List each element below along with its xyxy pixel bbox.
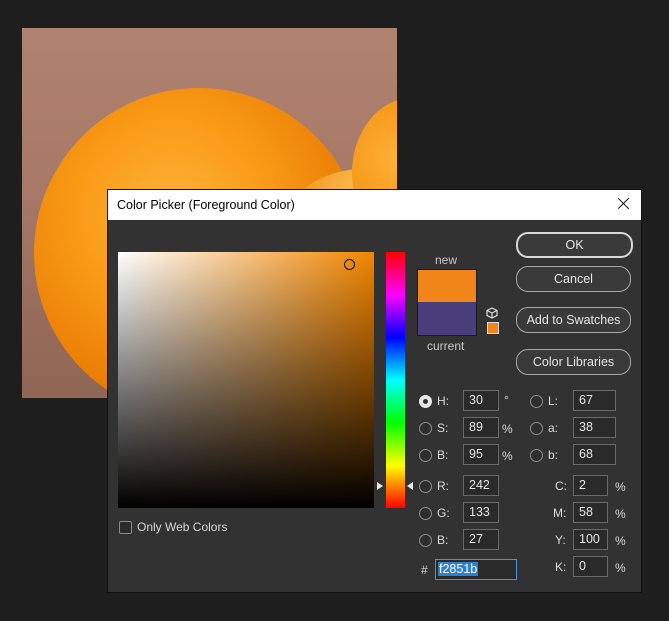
c-unit: % [615,480,626,494]
close-icon[interactable] [615,195,633,213]
c-input[interactable]: 2 [573,475,608,496]
color-field[interactable] [118,252,374,508]
web-safe-color-swatch[interactable] [487,322,499,334]
y-label: Y: [555,533,566,547]
y-unit: % [615,534,626,548]
s-input[interactable]: 89 [463,417,499,438]
m-input[interactable]: 58 [573,502,608,523]
rgb-b-radio[interactable] [419,534,432,547]
cancel-button[interactable]: Cancel [516,266,631,292]
k-label: K: [555,560,567,574]
m-label: M: [553,506,567,520]
hex-input[interactable]: f2851b [435,559,517,580]
l-input[interactable]: 67 [573,390,616,411]
only-web-colors-label: Only Web Colors [137,520,228,534]
b-input[interactable]: 95 [463,444,499,465]
s-label: S: [437,421,449,435]
r-radio[interactable] [419,480,432,493]
y-input[interactable]: 100 [573,529,608,550]
h-radio[interactable] [419,395,432,408]
r-label: R: [437,479,449,493]
h-unit: ° [504,393,509,407]
a-input[interactable]: 38 [573,417,616,438]
only-web-colors-checkbox[interactable] [119,521,132,534]
l-label: L: [548,394,559,408]
color-picker-dialog: Color Picker (Foreground Color) Only Web… [108,190,641,592]
title-bar: Color Picker (Foreground Color) [108,190,641,220]
s-radio[interactable] [419,422,432,435]
lab-b-radio[interactable] [530,449,543,462]
g-input[interactable]: 133 [463,502,499,523]
out-of-gamut-cube-icon[interactable] [486,307,498,319]
color-preview-frame [417,269,477,336]
r-input[interactable]: 242 [463,475,499,496]
h-input[interactable]: 30 [463,390,499,411]
rgb-b-input[interactable]: 27 [463,529,499,550]
current-color-label: current [427,339,465,353]
c-label: C: [555,479,567,493]
k-input[interactable]: 0 [573,556,608,577]
hex-label: # [421,563,428,577]
l-radio[interactable] [530,395,543,408]
hue-slider[interactable] [386,252,405,508]
k-unit: % [615,561,626,575]
a-radio[interactable] [530,422,543,435]
a-label: a: [548,421,559,435]
b-radio[interactable] [419,449,432,462]
hue-slider-right-arrow-icon[interactable] [407,482,413,490]
add-to-swatches-button[interactable]: Add to Swatches [516,307,631,333]
rgb-b-label: B: [437,533,449,547]
ok-button[interactable]: OK [516,232,633,258]
new-color-label: new [435,253,458,267]
lab-b-input[interactable]: 68 [573,444,616,465]
lab-b-label: b: [548,448,559,462]
color-libraries-button[interactable]: Color Libraries [516,349,631,375]
g-radio[interactable] [419,507,432,520]
b-label: B: [437,448,449,462]
m-unit: % [615,507,626,521]
h-label: H: [437,394,449,408]
s-unit: % [502,422,513,436]
g-label: G: [437,506,450,520]
b-unit: % [502,449,513,463]
color-field-cursor[interactable] [344,259,355,270]
hue-slider-left-arrow-icon[interactable] [377,482,383,490]
dialog-title: Color Picker (Foreground Color) [117,198,295,212]
hex-value: f2851b [438,562,479,576]
